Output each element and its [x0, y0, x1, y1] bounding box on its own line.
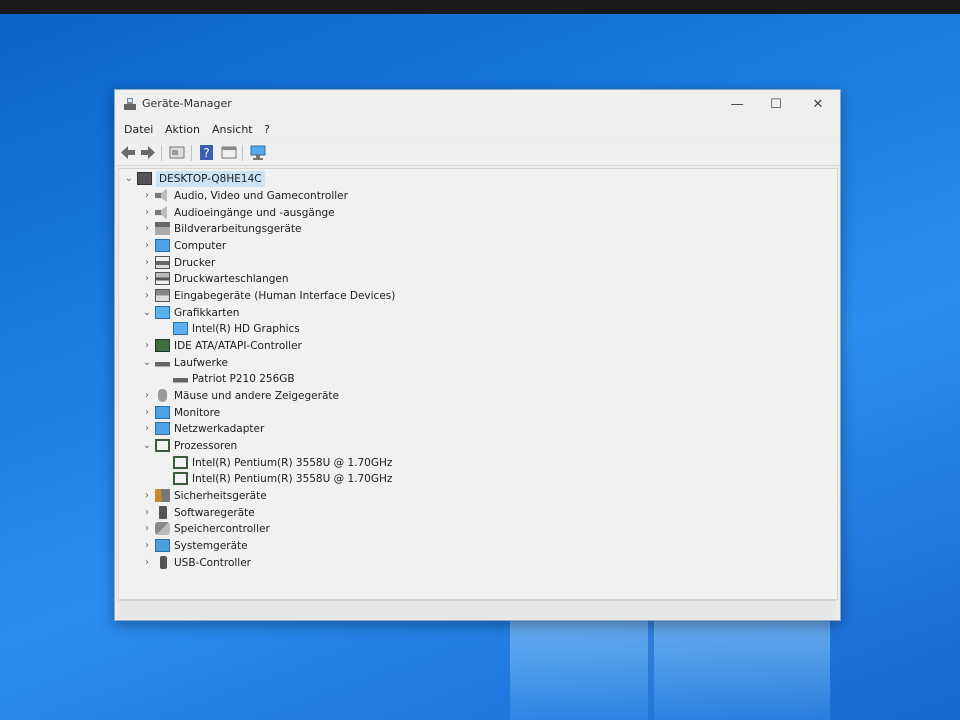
expand-chevron-icon[interactable]: ›	[141, 205, 153, 221]
expand-chevron-icon[interactable]: ›	[141, 255, 153, 271]
display-adapter-icon	[155, 306, 170, 319]
input-device-icon	[155, 289, 170, 302]
expand-chevron-icon[interactable]: ›	[141, 238, 153, 254]
computer-root-icon	[137, 172, 152, 185]
network-adapter-icon	[155, 422, 170, 435]
tree-item-label: Bildverarbeitungsgeräte	[174, 223, 302, 235]
tree-item-label: Prozessoren	[174, 440, 238, 452]
tree-item-label: Mäuse und andere Zeigegeräte	[174, 390, 339, 402]
expand-chevron-icon[interactable]: ›	[141, 338, 153, 354]
maximize-button[interactable]: ☐	[758, 94, 794, 116]
expand-chevron-icon[interactable]: ›	[141, 505, 153, 521]
expand-chevron-icon[interactable]: ›	[141, 221, 153, 237]
tree-item-label: Audio, Video und Gamecontroller	[174, 190, 348, 202]
audio-icon	[155, 189, 167, 202]
toolbar-separator	[242, 145, 243, 161]
tree-item-label: Grafikkarten	[174, 307, 240, 319]
toolbar-separator	[191, 145, 192, 161]
ide-controller-icon	[155, 339, 170, 352]
title-bar[interactable]: Geräte-Manager — ☐ ✕	[115, 90, 840, 120]
menu-bar: Datei Aktion Ansicht ?	[115, 120, 840, 140]
processor-icon	[173, 456, 188, 469]
tree-item-label: Netzwerkadapter	[174, 423, 265, 435]
expand-chevron-icon[interactable]: ›	[141, 405, 153, 421]
monitor-bezel	[0, 0, 960, 14]
print-queue-icon	[155, 272, 170, 285]
tree-item-label: Druckwarteschlangen	[174, 273, 289, 285]
expand-chevron-icon[interactable]: ›	[141, 388, 153, 404]
expand-chevron-icon[interactable]: ›	[141, 555, 153, 571]
tree-child-label: Intel(R) Pentium(R) 3558U @ 1.70GHz	[192, 457, 393, 469]
expand-chevron-icon[interactable]: ›	[141, 538, 153, 554]
expand-chevron-icon[interactable]: ›	[141, 188, 153, 204]
display-adapter-icon	[173, 322, 188, 335]
windows-logo-wallpaper	[510, 610, 830, 720]
monitor-icon	[155, 406, 170, 419]
tree-item-label: Systemgeräte	[174, 540, 248, 552]
tree-item-label: Speichercontroller	[174, 523, 270, 535]
disk-drive-icon	[173, 372, 188, 385]
storage-controller-icon	[155, 522, 170, 535]
status-bar	[118, 600, 836, 619]
computer-icon	[155, 239, 170, 252]
device-manager-window: Geräte-Manager — ☐ ✕ Datei Aktion Ansich…	[114, 89, 841, 621]
expand-chevron-icon[interactable]: ›	[141, 488, 153, 504]
toolbar-separator	[161, 145, 162, 161]
collapse-chevron-icon[interactable]: ⌄	[141, 305, 153, 321]
expand-chevron-icon[interactable]: ›	[141, 288, 153, 304]
menu-aktion[interactable]: Aktion	[165, 123, 200, 136]
tree-child-label: Intel(R) HD Graphics	[192, 323, 300, 335]
speaker-icon	[155, 206, 167, 219]
monitor-scan-icon[interactable]	[249, 144, 267, 161]
camera-icon	[155, 222, 170, 235]
mouse-icon	[158, 389, 167, 402]
software-device-icon	[159, 506, 167, 519]
processor-icon	[173, 472, 188, 485]
tree-item-label: IDE ATA/ATAPI-Controller	[174, 340, 302, 352]
tree-item-label: Sicherheitsgeräte	[174, 490, 267, 502]
tree-child-label: Patriot P210 256GB	[192, 373, 295, 385]
root-label: DESKTOP-Q8HE14C	[156, 171, 265, 187]
minimize-button[interactable]: —	[719, 94, 755, 116]
back-icon[interactable]	[119, 144, 137, 161]
menu-ansicht[interactable]: Ansicht	[212, 123, 253, 136]
collapse-chevron-icon[interactable]: ⌄	[141, 355, 153, 371]
collapse-chevron-icon[interactable]: ⌄	[141, 438, 153, 454]
expand-chevron-icon[interactable]: ›	[141, 271, 153, 287]
security-device-icon	[155, 489, 170, 502]
tree-item-label: USB-Controller	[174, 557, 251, 569]
collapse-chevron-icon[interactable]: ⌄	[123, 171, 135, 187]
view-icon[interactable]	[220, 144, 238, 161]
expand-chevron-icon[interactable]: ›	[141, 521, 153, 537]
tree-item-label: Audioeingänge und -ausgänge	[174, 207, 335, 219]
device-tree[interactable]: ⌄ DESKTOP-Q8HE14C › Audio, Video und Gam…	[118, 168, 838, 600]
window-title: Geräte-Manager	[142, 97, 232, 110]
device-manager-icon	[124, 98, 136, 110]
toolbar: ?	[115, 141, 840, 166]
forward-icon[interactable]	[139, 144, 157, 161]
system-device-icon	[155, 539, 170, 552]
properties-icon[interactable]	[168, 144, 186, 161]
tree-item-label: Softwaregeräte	[174, 507, 255, 519]
tree-item-label: Computer	[174, 240, 227, 252]
help-icon[interactable]: ?	[198, 144, 216, 161]
tree-item-label: Drucker	[174, 257, 216, 269]
close-button[interactable]: ✕	[800, 94, 836, 116]
tree-item-label: Eingabegeräte (Human Interface Devices)	[174, 290, 396, 302]
tree-item-label: Laufwerke	[174, 357, 228, 369]
menu-help[interactable]: ?	[264, 123, 270, 136]
svg-text:?: ?	[203, 146, 209, 160]
usb-icon	[160, 556, 167, 569]
tree-item-label: Monitore	[174, 407, 221, 419]
disk-drive-icon	[155, 356, 170, 369]
expand-chevron-icon[interactable]: ›	[141, 421, 153, 437]
printer-icon	[155, 256, 170, 269]
processor-icon	[155, 439, 170, 452]
tree-child-label: Intel(R) Pentium(R) 3558U @ 1.70GHz	[192, 473, 393, 485]
menu-datei[interactable]: Datei	[124, 123, 153, 136]
